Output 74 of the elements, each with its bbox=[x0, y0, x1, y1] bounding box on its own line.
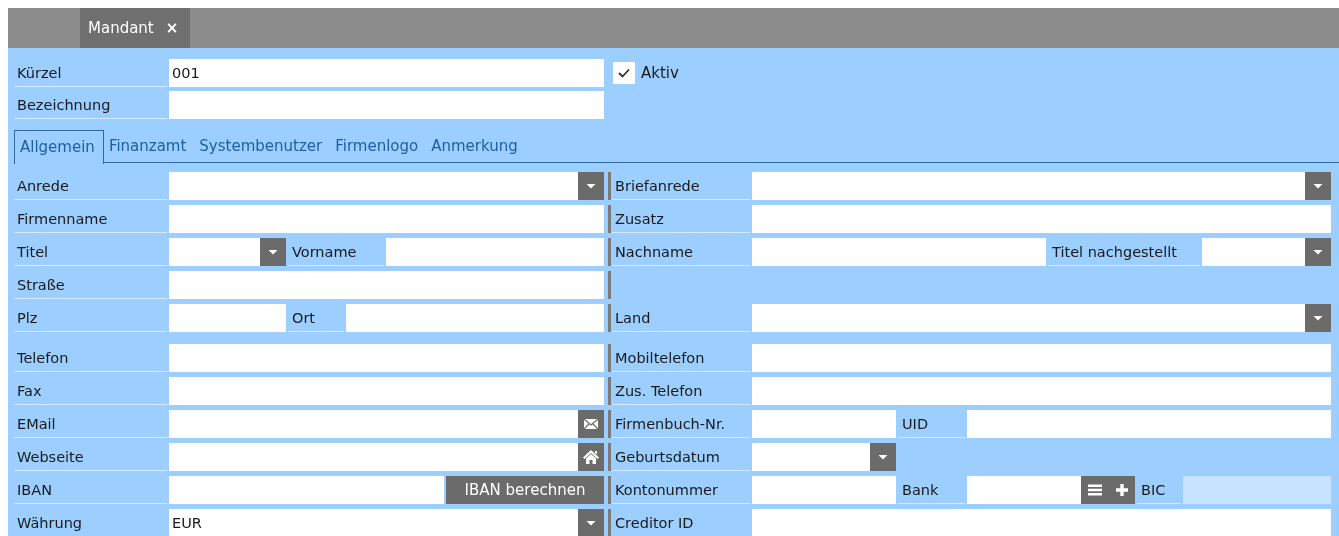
field-label: Kürzel bbox=[14, 59, 167, 87]
field-label: Straße bbox=[14, 271, 167, 299]
input-field[interactable] bbox=[169, 344, 604, 372]
input-field[interactable] bbox=[169, 91, 604, 119]
field-label: Land bbox=[612, 304, 750, 332]
field-label: UID bbox=[898, 410, 965, 438]
section-tab[interactable]: Allgemein bbox=[14, 129, 104, 164]
document-tab[interactable]: Mandant × bbox=[80, 8, 191, 48]
input-field[interactable] bbox=[169, 304, 286, 332]
field-label: Firmenname bbox=[14, 205, 167, 233]
field-label: Titel nachgestellt bbox=[1048, 238, 1200, 266]
input-field[interactable] bbox=[752, 377, 1331, 405]
calculate-button[interactable]: IBAN berechnen bbox=[446, 476, 604, 504]
dropdown-arrow-icon[interactable] bbox=[578, 509, 604, 536]
envelope-icon[interactable] bbox=[578, 410, 604, 438]
input-field[interactable] bbox=[346, 304, 604, 332]
field-label: Webseite bbox=[14, 443, 167, 471]
input-field[interactable] bbox=[752, 238, 1046, 266]
field-label: Bezeichnung bbox=[14, 91, 167, 119]
field-label: EMail bbox=[14, 410, 167, 438]
dropdown[interactable]: EUR bbox=[169, 509, 604, 536]
checkmark-icon bbox=[618, 68, 630, 78]
section-tab[interactable]: Anmerkung bbox=[426, 130, 526, 162]
list-icon[interactable] bbox=[1081, 476, 1109, 504]
input-field[interactable] bbox=[752, 205, 1331, 233]
input-field[interactable] bbox=[169, 443, 604, 471]
input-field[interactable] bbox=[752, 410, 896, 438]
input-field[interactable] bbox=[967, 410, 1331, 438]
field-label: Nachname bbox=[612, 238, 750, 266]
field-label: Plz bbox=[14, 304, 167, 332]
field-label: Creditor ID bbox=[612, 509, 750, 536]
input-field[interactable] bbox=[169, 205, 604, 233]
checkbox[interactable] bbox=[613, 62, 635, 84]
add-icon[interactable] bbox=[1109, 476, 1135, 504]
dropdown[interactable] bbox=[752, 443, 896, 471]
dropdown[interactable] bbox=[169, 238, 286, 266]
checkbox-label: Aktiv bbox=[641, 64, 679, 82]
input-field[interactable] bbox=[752, 344, 1331, 372]
field-label: Firmenbuch-Nr. bbox=[612, 410, 750, 438]
input-field[interactable] bbox=[169, 410, 604, 438]
field-label: Telefon bbox=[14, 344, 167, 372]
field-label: BIC bbox=[1137, 476, 1181, 504]
field-label: Fax bbox=[14, 377, 167, 405]
input-field[interactable] bbox=[752, 476, 896, 504]
input-field[interactable] bbox=[169, 271, 604, 299]
input-field[interactable] bbox=[752, 509, 1331, 536]
input-field[interactable] bbox=[169, 377, 604, 405]
field-label: Zus. Telefon bbox=[612, 377, 750, 405]
field-label: Briefanrede bbox=[612, 172, 750, 200]
field-label: IBAN bbox=[14, 476, 167, 504]
field-label: Kontonummer bbox=[612, 476, 750, 504]
field-label: Bank bbox=[898, 476, 965, 504]
section-tab[interactable]: Finanzamt bbox=[103, 130, 195, 162]
field-label: Anrede bbox=[14, 172, 167, 200]
field-label: Ort bbox=[288, 304, 344, 332]
section-tab[interactable]: Systembenutzer bbox=[194, 130, 331, 162]
field-label: Geburtsdatum bbox=[612, 443, 750, 471]
section-tab[interactable]: Firmenlogo bbox=[330, 130, 427, 162]
tab-title: Mandant bbox=[88, 19, 154, 37]
home-icon[interactable] bbox=[578, 443, 604, 471]
dropdown[interactable] bbox=[752, 172, 1331, 200]
input-field[interactable] bbox=[169, 476, 444, 504]
field-label: Währung bbox=[14, 509, 167, 536]
dropdown[interactable] bbox=[169, 172, 604, 200]
close-button[interactable]: × bbox=[165, 19, 179, 37]
field-label: Vorname bbox=[288, 238, 384, 266]
field-label: Zusatz bbox=[612, 205, 750, 233]
dropdown[interactable] bbox=[752, 304, 1331, 332]
input-field[interactable] bbox=[386, 238, 604, 266]
input-field[interactable] bbox=[967, 476, 1135, 504]
dropdown[interactable] bbox=[1202, 238, 1331, 266]
input-field[interactable]: 001 bbox=[169, 59, 604, 87]
field-label: Mobiltelefon bbox=[612, 344, 750, 372]
field-label: Titel bbox=[14, 238, 167, 266]
